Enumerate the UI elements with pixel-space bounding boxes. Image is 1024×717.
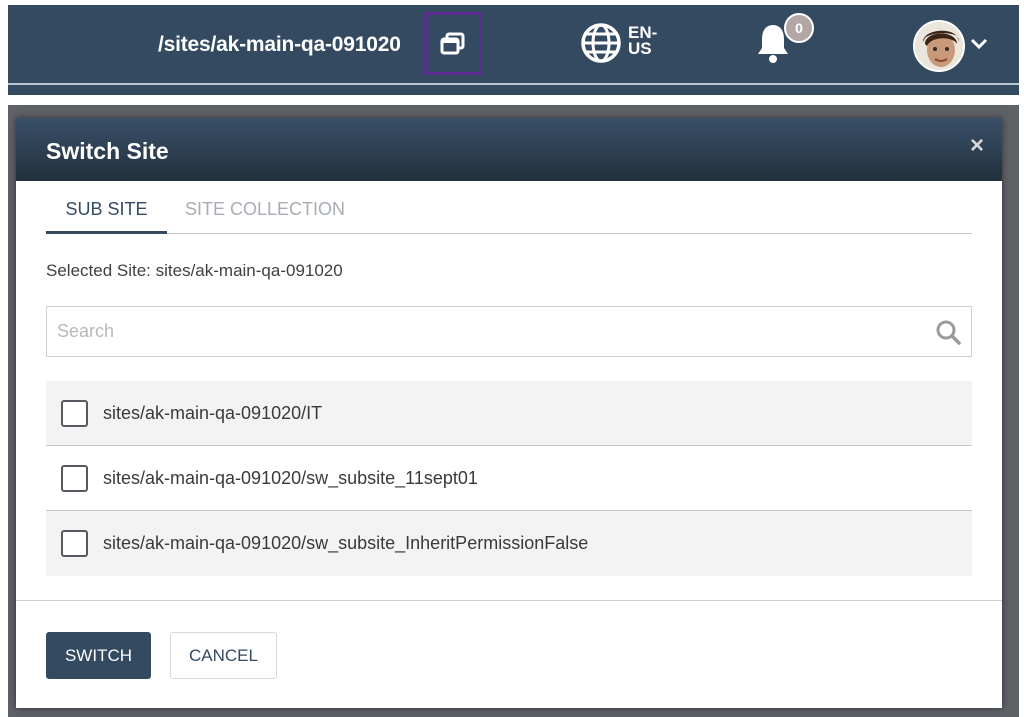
header-divider <box>8 83 1019 85</box>
avatar[interactable] <box>913 20 965 72</box>
site-checkbox[interactable] <box>61 399 88 427</box>
tab-site-collection[interactable]: SITE COLLECTION <box>185 196 345 234</box>
language-line-2: US <box>628 39 652 58</box>
cancel-button[interactable]: CANCEL <box>170 632 277 679</box>
current-site-path: /sites/ak-main-qa-091020 <box>158 33 401 56</box>
switch-site-dialog: Switch Site × SUB SITE SITE COLLECTION S… <box>16 118 1002 708</box>
window-restore-icon[interactable] <box>424 12 482 75</box>
window-restore-glyph <box>440 32 465 54</box>
avatar-image <box>915 22 963 70</box>
site-checkbox[interactable] <box>61 464 88 492</box>
switch-button[interactable]: SWITCH <box>46 632 151 679</box>
close-button[interactable]: × <box>970 132 984 160</box>
search-icon[interactable] <box>935 319 961 345</box>
top-header-bar: /sites/ak-main-qa-091020 EN- US 0 <box>8 5 1019 95</box>
notification-count-badge: 0 <box>784 13 814 43</box>
site-name: sites/ak-main-qa-091020/sw_subsite_11sep… <box>103 467 478 488</box>
list-item[interactable]: sites/ak-main-qa-091020/IT <box>46 381 972 446</box>
list-item[interactable]: sites/ak-main-qa-091020/sw_subsite_11sep… <box>46 446 972 511</box>
footer-divider <box>16 600 1002 601</box>
site-name: sites/ak-main-qa-091020/sw_subsite_Inher… <box>103 533 589 553</box>
tab-sub-site[interactable]: SUB SITE <box>46 196 167 234</box>
dialog-tabs: SUB SITE SITE COLLECTION <box>46 196 972 234</box>
search-box <box>46 306 972 357</box>
site-list: sites/ak-main-qa-091020/IT sites/ak-main… <box>46 381 972 576</box>
list-item[interactable]: sites/ak-main-qa-091020/sw_subsite_Inher… <box>46 511 972 576</box>
site-name: sites/ak-main-qa-091020/IT <box>103 402 323 423</box>
site-checkbox[interactable] <box>61 530 88 557</box>
dialog-header: Switch Site × <box>16 118 1002 181</box>
search-input[interactable] <box>47 307 927 356</box>
chevron-down-icon[interactable] <box>970 37 988 51</box>
dialog-title: Switch Site <box>46 138 169 164</box>
globe-icon[interactable] <box>580 22 622 64</box>
language-selector[interactable]: EN- US <box>628 24 657 58</box>
selected-site-label: Selected Site: sites/ak-main-qa-091020 <box>46 261 343 280</box>
